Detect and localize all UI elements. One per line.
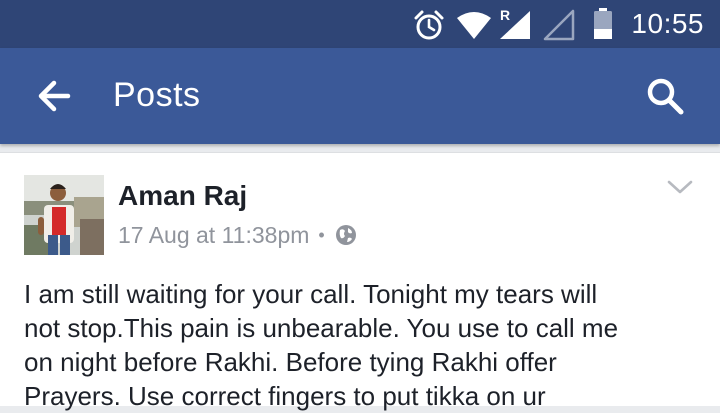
avatar[interactable]: [24, 175, 104, 255]
signal-roaming-icon: R: [498, 7, 532, 41]
post-text-line: not stop.This pain is unbearable. You us…: [24, 313, 619, 343]
author-name[interactable]: Aman Raj: [118, 179, 247, 213]
clock: 10:55: [631, 8, 704, 39]
app-bar: Posts: [0, 48, 720, 144]
post-timestamp[interactable]: 17 Aug at 11:38pm: [118, 222, 309, 249]
post-meta: 17 Aug at 11:38pm •: [118, 219, 357, 251]
globe-icon: [335, 225, 356, 245]
post-card: Aman Raj 17 Aug at 11:38pm • I am still …: [0, 152, 720, 411]
post-menu-button[interactable]: [664, 173, 696, 201]
signal-empty-icon: [543, 9, 575, 41]
search-icon: [647, 78, 684, 115]
wifi-icon: [457, 12, 491, 39]
page-title: Posts: [113, 76, 201, 114]
meta-separator: •: [318, 224, 325, 245]
post-text-line: I am still waiting for your call. Tonigh…: [24, 279, 598, 309]
battery-icon: [594, 8, 612, 39]
search-button[interactable]: [641, 72, 689, 120]
avatar-photo: [24, 175, 104, 255]
roaming-label: R: [500, 7, 511, 23]
post-text-line: Prayers. Use correct fingers to put tikk…: [24, 381, 546, 411]
back-button[interactable]: [30, 72, 78, 120]
post-body: I am still waiting for your call. Tonigh…: [24, 277, 704, 413]
alarm-icon: [414, 10, 444, 40]
arrow-left-icon: [38, 80, 71, 112]
post-text-line: on night before Rakhi. Before tying Rakh…: [24, 347, 557, 377]
status-bar: R 10:55: [0, 0, 720, 48]
chevron-down-icon: [667, 180, 693, 194]
